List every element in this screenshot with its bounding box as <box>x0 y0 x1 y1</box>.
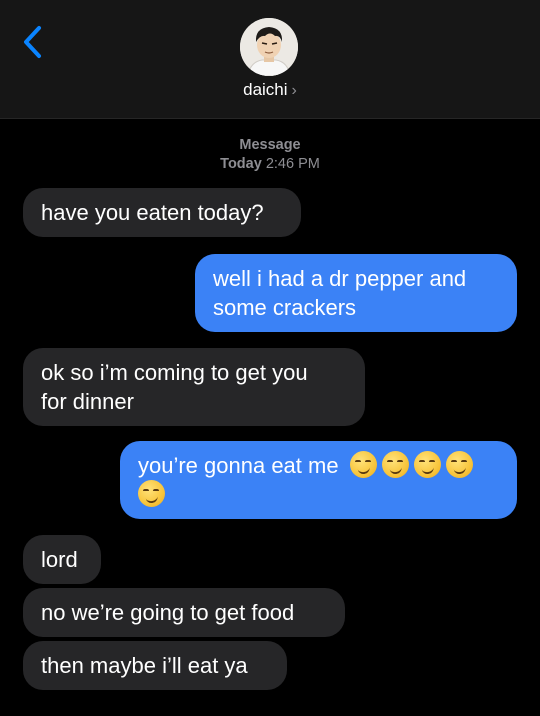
contact-avatar-image <box>240 18 298 76</box>
smirking-face-icon <box>445 451 473 478</box>
incoming-message-bubble[interactable]: have you eaten today? <box>23 188 301 237</box>
incoming-message-bubble[interactable]: lord <box>23 535 101 584</box>
outgoing-message-bubble[interactable]: you’re gonna eat me <box>120 441 517 519</box>
message-text-line: for dinner <box>41 389 134 414</box>
smirking-face-icon <box>413 451 441 478</box>
message-text-line: some crackers <box>213 295 357 320</box>
timestamp-day: Today <box>220 156 262 172</box>
outgoing-message-bubble[interactable]: well i had a dr pepper and some crackers <box>195 254 517 332</box>
message-text: have you eaten today? <box>41 200 264 225</box>
incoming-message-bubble[interactable]: then maybe i’ll eat ya <box>23 641 287 690</box>
message-text-line: well i had a dr pepper and <box>213 266 467 291</box>
chevron-right-icon: › <box>291 82 297 99</box>
message-text: lord <box>41 547 78 572</box>
service-label: Message <box>239 137 301 153</box>
avatar[interactable] <box>240 18 298 76</box>
smirking-face-icon <box>381 451 409 478</box>
incoming-message-bubble[interactable]: ok so i’m coming to get you for dinner <box>23 348 365 426</box>
incoming-message-bubble[interactable]: no we’re going to get food <box>23 588 345 637</box>
message-timestamp: Message Today 2:46 PM <box>0 136 540 174</box>
message-text: you’re gonna eat me <box>138 453 339 478</box>
message-text: no we’re going to get food <box>41 600 295 625</box>
message-text: then maybe i’ll eat ya <box>41 653 248 678</box>
message-text-line: ok so i’m coming to get you <box>41 360 308 385</box>
contact-name-button[interactable]: daichi › <box>0 80 540 100</box>
conversation-header: daichi › <box>0 0 540 119</box>
smirking-face-icon <box>138 480 165 507</box>
smirking-face-icon <box>349 451 377 478</box>
timestamp-time: 2:46 PM <box>265 156 320 172</box>
contact-name: daichi <box>243 80 288 99</box>
chevron-left-icon <box>24 26 41 58</box>
back-button[interactable] <box>14 22 50 62</box>
